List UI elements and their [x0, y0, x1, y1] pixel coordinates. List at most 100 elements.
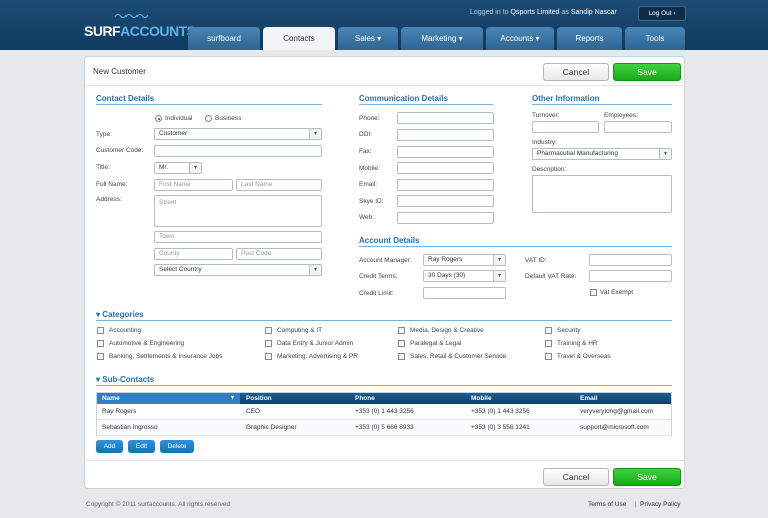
category-label: Security: [557, 327, 581, 334]
category-checkbox[interactable]: [97, 353, 104, 360]
col-phone[interactable]: Phone: [355, 393, 375, 404]
footer-separator: |: [635, 501, 637, 508]
individual-radio[interactable]: [155, 115, 162, 122]
chevron-down-icon: ▾: [493, 271, 505, 281]
col-email[interactable]: Email: [580, 393, 597, 404]
employees-input[interactable]: [604, 121, 672, 133]
business-radio[interactable]: [205, 115, 212, 122]
logo-text-accounts: ACCOUNTS: [120, 23, 196, 39]
table-cell: veryverylong@gmail.com: [580, 408, 654, 415]
tab-reports[interactable]: Reports: [557, 27, 622, 50]
credit-terms-select[interactable]: 30 Days (30) ▾: [423, 270, 506, 282]
full-name-label: Full Name:: [96, 181, 128, 188]
credit-terms-label: Credit Terms:: [359, 273, 398, 280]
cancel-button-bottom[interactable]: Cancel: [543, 468, 609, 486]
tab-surfboard[interactable]: surfboard: [188, 27, 260, 50]
table-row[interactable]: Ray Rogers CEO +353 (0) 1 443 3256 +353 (0)…: [97, 404, 671, 420]
category-checkbox[interactable]: [265, 340, 272, 347]
user-name: Sandip Nascar: [570, 9, 617, 16]
web-label: Web:: [359, 214, 375, 221]
divider: [85, 85, 686, 86]
categories-heading[interactable]: ▾ Categories: [96, 310, 672, 321]
account-manager-select[interactable]: Ray Rogers ▾: [423, 254, 506, 266]
chevron-down-icon: ▾: [659, 149, 671, 159]
tab-tools[interactable]: Tools: [625, 27, 685, 50]
email-label: Email:: [359, 181, 378, 188]
category-checkbox[interactable]: [398, 340, 405, 347]
category-label: Computing & IT: [277, 327, 323, 334]
industry-select[interactable]: Pharmacutial Manufacturing ▾: [532, 148, 672, 160]
tab-accounts[interactable]: Accounts ▾: [486, 27, 554, 50]
sort-down-icon[interactable]: ▾: [231, 393, 234, 404]
first-name-input[interactable]: First Name: [154, 179, 233, 191]
logout-button[interactable]: Log Out ›: [638, 6, 686, 21]
tab-marketing[interactable]: Marketing ▾: [401, 27, 483, 50]
category-checkbox[interactable]: [545, 340, 552, 347]
sub-contacts-heading[interactable]: ▾ Sub-Contacts: [96, 375, 672, 386]
cancel-button-top[interactable]: Cancel: [543, 63, 609, 81]
category-checkbox[interactable]: [265, 327, 272, 334]
turnover-input[interactable]: [532, 121, 599, 133]
category-checkbox[interactable]: [265, 353, 272, 360]
town-input[interactable]: Town: [154, 231, 322, 243]
last-name-input[interactable]: Last Name: [236, 179, 322, 191]
table-row[interactable]: Sebastian Ingrosso Graphic Designer +353 (…: [97, 420, 671, 436]
category-checkbox[interactable]: [398, 327, 405, 334]
delete-button[interactable]: Delete: [160, 440, 194, 453]
vat-rate-input[interactable]: [589, 270, 672, 282]
credit-limit-input[interactable]: [423, 287, 506, 299]
phone-label: Phone:: [359, 115, 380, 122]
customer-code-input[interactable]: [154, 145, 322, 157]
business-label: Business: [215, 115, 242, 122]
col-name[interactable]: Name: [102, 393, 120, 404]
app-header: 〜〜〜 SURFACCOUNTS Logged in to Qsports Li…: [0, 0, 768, 50]
tab-contacts[interactable]: Contacts: [263, 27, 335, 50]
divider: [85, 460, 686, 461]
terms-link[interactable]: Terms of Use: [588, 501, 626, 508]
vat-exempt-checkbox[interactable]: [590, 289, 597, 296]
email-input[interactable]: [397, 179, 494, 191]
sub-contacts-table: Name ▾ Position Phone Mobile Email Ray R…: [96, 392, 672, 436]
skype-input[interactable]: [397, 195, 494, 207]
postcode-input[interactable]: Post Code: [236, 248, 322, 260]
table-cell: CEO: [246, 408, 261, 415]
other-information-heading: Other Information: [532, 94, 672, 105]
phone-input[interactable]: [397, 112, 494, 124]
table-cell: +353 (0) 3 556 1241: [471, 424, 530, 431]
web-input[interactable]: [397, 212, 494, 224]
vat-id-input[interactable]: [589, 254, 672, 266]
category-checkbox[interactable]: [545, 353, 552, 360]
country-select[interactable]: Select Country ▾: [154, 264, 322, 276]
category-checkbox[interactable]: [97, 340, 104, 347]
privacy-link[interactable]: Privacy Policy: [640, 501, 680, 508]
save-button-top[interactable]: Save: [613, 63, 681, 81]
fax-input[interactable]: [397, 146, 494, 158]
category-label: Travel & Overseas: [557, 353, 611, 360]
category-checkbox[interactable]: [545, 327, 552, 334]
description-textarea[interactable]: [532, 175, 672, 213]
category-label: Banking, Settlements & Insurance Jobs: [109, 353, 223, 360]
save-button-bottom[interactable]: Save: [613, 468, 681, 486]
chevron-down-icon: ▾: [309, 129, 321, 139]
col-position[interactable]: Position: [246, 393, 272, 404]
col-mobile[interactable]: Mobile: [471, 393, 492, 404]
tab-sales[interactable]: Sales ▾: [338, 27, 398, 50]
chevron-down-icon: ▾: [309, 265, 321, 275]
chevron-down-icon: ▾: [493, 255, 505, 265]
surfaccounts-logo[interactable]: 〜〜〜 SURFACCOUNTS: [84, 10, 196, 40]
mobile-input[interactable]: [397, 162, 494, 174]
copyright-text: Copyright © 2011 surfaccounts. All right…: [86, 501, 231, 508]
category-checkbox[interactable]: [398, 353, 405, 360]
ddi-input[interactable]: [397, 129, 494, 141]
category-checkbox[interactable]: [97, 327, 104, 334]
new-customer-panel: New Customer Cancel Save Contact Details…: [84, 56, 686, 489]
skype-label: Skye ID:: [359, 198, 384, 205]
title-select[interactable]: Mr. ▾: [154, 162, 202, 174]
edit-button[interactable]: Edit: [128, 440, 155, 453]
credit-limit-label: Credit Limit:: [359, 290, 394, 297]
street-textarea[interactable]: Street: [154, 195, 322, 227]
category-label: Paralegal & Legal: [410, 340, 462, 347]
add-button[interactable]: Add: [96, 440, 123, 453]
type-select[interactable]: Customer ▾: [154, 128, 322, 140]
county-input[interactable]: County: [154, 248, 233, 260]
